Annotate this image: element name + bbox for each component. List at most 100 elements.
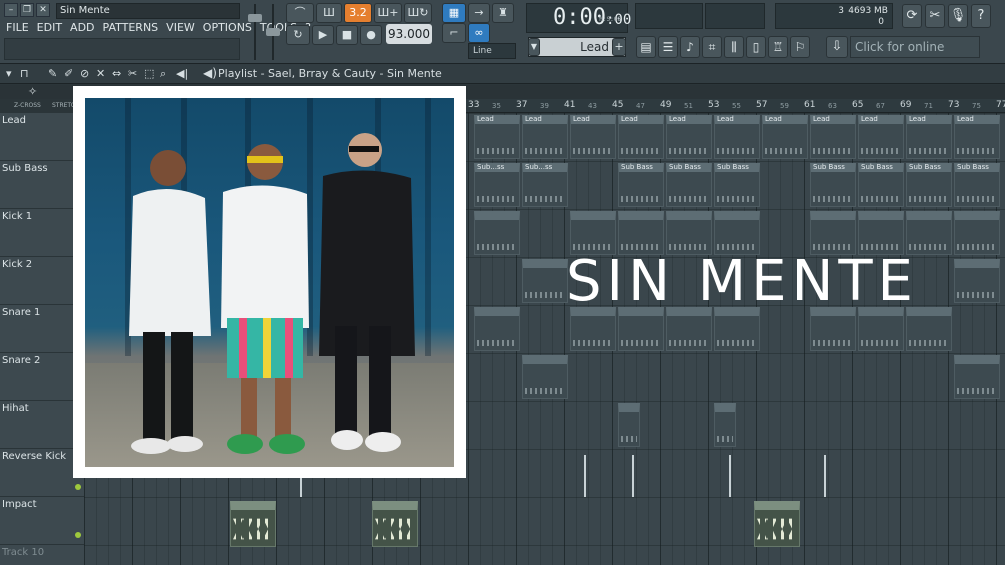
- typing-keyboard-icon[interactable]: ▦: [442, 3, 466, 23]
- playlist-menu-icon[interactable]: ▾: [6, 67, 12, 80]
- pattern-clip[interactable]: [954, 211, 1000, 255]
- pattern-clip[interactable]: [754, 501, 800, 547]
- pattern-clip[interactable]: Lead: [570, 115, 616, 159]
- track-active-led[interactable]: [75, 484, 81, 490]
- delete-tool-icon[interactable]: ⊘: [80, 67, 89, 80]
- cut-tools-icon[interactable]: ✂: [925, 4, 945, 28]
- arrangement-icon[interactable]: ✧: [28, 85, 37, 98]
- draw-tool-icon[interactable]: ✎: [48, 67, 57, 80]
- zoom-tool-icon[interactable]: ⌕: [160, 67, 166, 81]
- reverse-kick-clip[interactable]: [632, 455, 634, 497]
- track-header[interactable]: Reverse Kick: [0, 449, 84, 497]
- wait-record-icon[interactable]: Ш: [316, 3, 342, 23]
- playlist-window-icon[interactable]: ▤: [636, 36, 656, 58]
- link-icon[interactable]: ∞: [468, 23, 490, 43]
- track-header[interactable]: Track 10: [0, 545, 84, 565]
- pattern-clip[interactable]: Lead: [858, 115, 904, 159]
- close-icon[interactable]: ✕: [36, 3, 50, 17]
- menu-view[interactable]: VIEW: [166, 21, 195, 34]
- browser-icon[interactable]: ⌗: [702, 36, 722, 58]
- pattern-clip[interactable]: Lead: [810, 115, 856, 159]
- pattern-clip[interactable]: Lead: [618, 115, 664, 159]
- snap-magnet-icon[interactable]: ⌐: [442, 23, 466, 43]
- pattern-clip[interactable]: [372, 501, 418, 547]
- menu-patterns[interactable]: PATTERNS: [103, 21, 159, 34]
- pattern-clip[interactable]: Sub Bass: [714, 163, 760, 207]
- menu-options[interactable]: OPTIONS: [203, 21, 252, 34]
- download-icon[interactable]: ⇩: [826, 36, 848, 58]
- track-header[interactable]: Impact: [0, 497, 84, 545]
- pattern-clip[interactable]: Sub Bass: [858, 163, 904, 207]
- minimize-icon[interactable]: –: [4, 3, 18, 17]
- help-icon[interactable]: ?: [971, 4, 991, 28]
- pattern-clip[interactable]: Sub Bass: [618, 163, 664, 207]
- speaker-icon[interactable]: ◀): [203, 66, 217, 80]
- mute-tool-icon[interactable]: ✕: [96, 67, 105, 80]
- pattern-clip[interactable]: Lead: [666, 115, 712, 159]
- snap-select[interactable]: Line: [468, 43, 516, 59]
- pattern-clip[interactable]: Lead: [954, 115, 1000, 159]
- pattern-clip[interactable]: [230, 501, 276, 547]
- pattern-clip[interactable]: Lead: [714, 115, 760, 159]
- add-pattern-button[interactable]: +: [612, 38, 626, 56]
- reverse-kick-clip[interactable]: [729, 455, 731, 497]
- pattern-clip[interactable]: [954, 259, 1000, 303]
- performance-icon[interactable]: ⚐: [790, 36, 810, 58]
- countdown-icon[interactable]: Ш+: [374, 3, 402, 23]
- restore-icon[interactable]: ❐: [20, 3, 34, 17]
- microphone-icon[interactable]: 🎙: [948, 4, 968, 28]
- track-active-led[interactable]: [75, 532, 81, 538]
- pattern-song-toggle[interactable]: 3.2: [344, 3, 372, 23]
- loop-record-icon[interactable]: Ш↻: [404, 3, 432, 23]
- pattern-clip[interactable]: Sub...ss: [474, 163, 520, 207]
- slip-tool-icon[interactable]: ⇔: [112, 67, 121, 80]
- pattern-clip[interactable]: Sub Bass: [906, 163, 952, 207]
- master-volume-slider[interactable]: [248, 4, 262, 60]
- undo-history-icon[interactable]: ⟳: [902, 4, 922, 28]
- track-header[interactable]: Lead: [0, 113, 84, 161]
- master-pitch-slider[interactable]: [266, 4, 280, 60]
- reverse-kick-clip[interactable]: [824, 455, 826, 497]
- pattern-menu-icon[interactable]: ▼: [528, 38, 540, 56]
- song-title-field[interactable]: Sin Mente: [56, 3, 240, 19]
- pattern-clip[interactable]: [474, 307, 520, 351]
- step-edit-icon[interactable]: →: [468, 3, 490, 23]
- tempo-display[interactable]: 93.000: [386, 24, 432, 44]
- stop-button[interactable]: ■: [336, 25, 358, 45]
- pattern-clip[interactable]: Lead: [762, 115, 808, 159]
- track-header[interactable]: Kick 1: [0, 209, 84, 257]
- select-tool-icon[interactable]: ⬚: [144, 67, 154, 80]
- piano-roll-icon[interactable]: ♪: [680, 36, 700, 58]
- timeline-ruler[interactable]: 33 37 41 45 49 53 57 61 65 69 73 77 35 39 43 47 51 55 59 63…: [466, 99, 1005, 113]
- pattern-clip[interactable]: Lead: [522, 115, 568, 159]
- menu-file[interactable]: FILE: [6, 21, 29, 34]
- slice-tool-icon[interactable]: ✂: [128, 67, 137, 80]
- pattern-clip[interactable]: [714, 403, 736, 447]
- touch-controller-icon[interactable]: ♖: [768, 36, 788, 58]
- online-news-button[interactable]: Click for online news: [850, 36, 980, 74]
- track-header[interactable]: Sub Bass: [0, 161, 84, 209]
- snap-magnet-small-icon[interactable]: ⊓: [20, 67, 29, 80]
- menu-edit[interactable]: EDIT: [37, 21, 62, 34]
- recording-filter-icon[interactable]: ♜: [492, 3, 514, 23]
- track-header[interactable]: Hihat: [0, 401, 84, 449]
- pattern-clip[interactable]: Lead: [906, 115, 952, 159]
- pattern-clip[interactable]: Sub Bass: [810, 163, 856, 207]
- track-header[interactable]: Snare 2: [0, 353, 84, 401]
- pattern-clip[interactable]: [522, 259, 568, 303]
- pattern-mode-icon[interactable]: ↻: [286, 25, 310, 45]
- mixer-icon[interactable]: ⫼: [724, 36, 744, 58]
- menu-add[interactable]: ADD: [70, 21, 94, 34]
- pattern-clip[interactable]: [522, 355, 568, 399]
- pattern-clip[interactable]: Sub Bass: [666, 163, 712, 207]
- play-button[interactable]: ▶: [312, 25, 334, 45]
- channel-rack-icon[interactable]: ☰: [658, 36, 678, 58]
- pattern-clip[interactable]: [474, 211, 520, 255]
- track-header[interactable]: Snare 1: [0, 305, 84, 353]
- track-header[interactable]: Kick 2: [0, 257, 84, 305]
- plugin-picker-icon[interactable]: ▯: [746, 36, 766, 58]
- pattern-clip[interactable]: [618, 403, 640, 447]
- playback-tool-icon[interactable]: ◀|: [176, 67, 188, 80]
- record-button[interactable]: ●: [360, 25, 382, 45]
- pattern-clip[interactable]: [954, 355, 1000, 399]
